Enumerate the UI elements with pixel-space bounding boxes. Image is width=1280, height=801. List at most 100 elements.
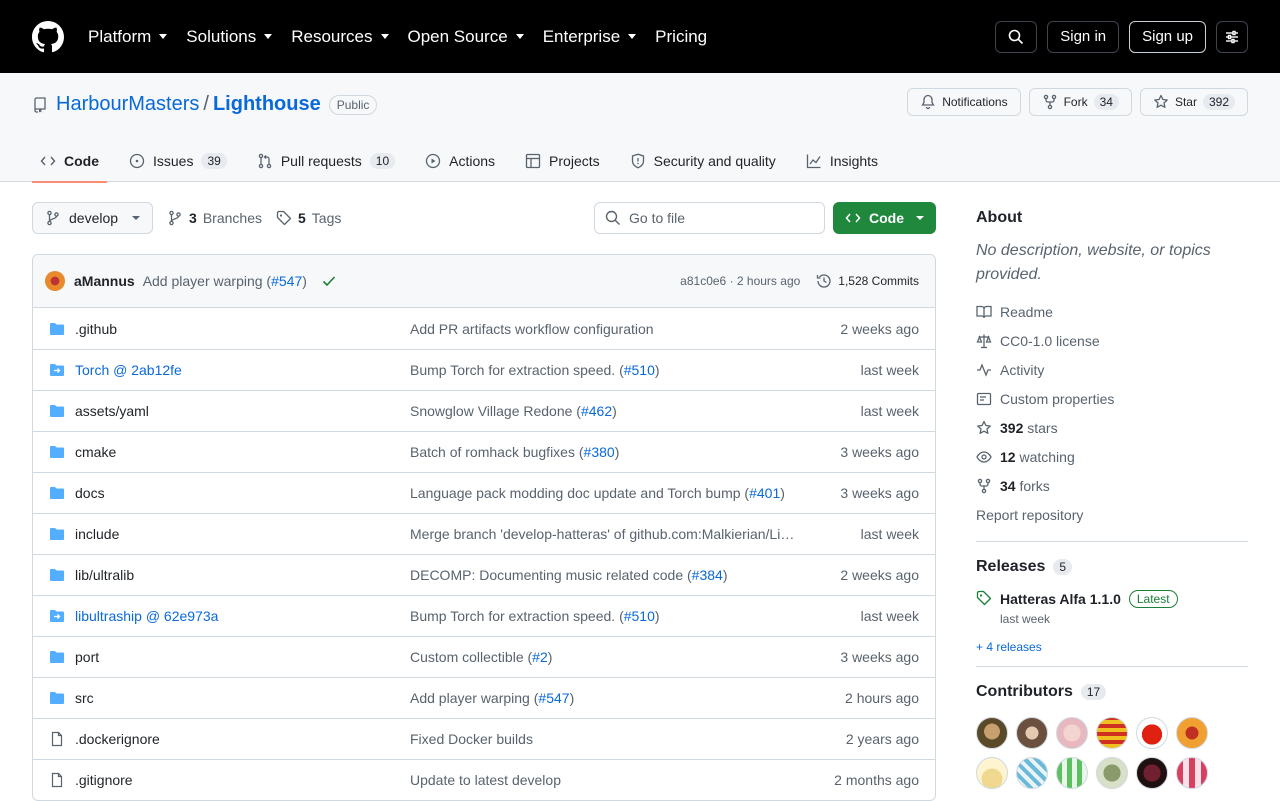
- file-commit-message[interactable]: Add player warping (#547): [410, 690, 798, 706]
- table-row[interactable]: assets/yaml Snowglow Village Redone (#462…: [33, 390, 935, 431]
- avatar[interactable]: [1176, 717, 1208, 749]
- repo-name-link[interactable]: Lighthouse: [213, 93, 321, 116]
- tab-actions[interactable]: Actions: [417, 140, 503, 182]
- avatar[interactable]: [1136, 757, 1168, 789]
- table-row[interactable]: .dockerignore Fixed Docker builds 2 years …: [33, 718, 935, 759]
- branch-selector[interactable]: develop: [32, 202, 154, 234]
- avatar[interactable]: [1136, 717, 1168, 749]
- avatar[interactable]: [1176, 757, 1208, 789]
- file-name-link[interactable]: docs: [75, 485, 410, 501]
- nav-pricing[interactable]: Pricing: [655, 27, 707, 47]
- activity-link[interactable]: Activity: [976, 355, 1248, 384]
- commit-pr-link[interactable]: #510: [624, 362, 655, 378]
- avatar[interactable]: [976, 757, 1008, 789]
- github-logo-icon[interactable]: [32, 20, 64, 53]
- notifications-button[interactable]: Notifications: [907, 88, 1021, 116]
- file-commit-message[interactable]: Update to latest develop: [410, 772, 798, 788]
- file-commit-message[interactable]: Add PR artifacts workflow configuration: [410, 321, 798, 337]
- table-row[interactable]: port Custom collectible (#2) 3 weeks ago: [33, 636, 935, 677]
- avatar[interactable]: [1056, 717, 1088, 749]
- report-repository-link[interactable]: Report repository: [976, 500, 1248, 529]
- file-name-link[interactable]: assets/yaml: [75, 403, 410, 419]
- watching-link[interactable]: 12 watching: [976, 442, 1248, 471]
- table-row[interactable]: libultraship @ 62e973a Bump Torch for ext…: [33, 595, 935, 636]
- tab-code[interactable]: Code: [32, 140, 107, 183]
- commit-message[interactable]: Add player warping (#547): [143, 273, 307, 289]
- commit-pr-link[interactable]: #401: [749, 485, 780, 501]
- nav-open-source[interactable]: Open Source: [408, 27, 524, 47]
- tab-issues[interactable]: Issues 39: [121, 140, 235, 182]
- avatar[interactable]: [1016, 757, 1048, 789]
- table-row[interactable]: .gitignore Update to latest develop 2 mont…: [33, 759, 935, 800]
- forks-link[interactable]: 34 forks: [976, 471, 1248, 500]
- table-row[interactable]: docs Language pack modding doc update and…: [33, 472, 935, 513]
- avatar[interactable]: [45, 271, 65, 291]
- file-commit-message[interactable]: Batch of romhack bugfixes (#380): [410, 444, 798, 460]
- file-name-link[interactable]: port: [75, 649, 410, 665]
- file-name-link[interactable]: include: [75, 526, 410, 542]
- code-download-button[interactable]: Code: [833, 202, 936, 234]
- tags-link[interactable]: 5 Tags: [276, 210, 341, 226]
- search-button[interactable]: [995, 20, 1038, 53]
- file-name-link[interactable]: Torch @ 2ab12fe: [75, 362, 410, 378]
- commit-sha-time[interactable]: a81c0e6 · 2 hours ago: [680, 274, 800, 288]
- commit-pr-link[interactable]: #384: [692, 567, 723, 583]
- tab-projects[interactable]: Projects: [517, 140, 608, 182]
- file-commit-message[interactable]: Bump Torch for extraction speed. (#510): [410, 608, 798, 624]
- stars-link[interactable]: 392 stars: [976, 413, 1248, 442]
- table-row[interactable]: cmake Batch of romhack bugfixes (#380) 3 w…: [33, 431, 935, 472]
- commits-link[interactable]: 1,528 Commits: [816, 273, 919, 289]
- table-row[interactable]: lib/ultralib DECOMP: Documenting music re…: [33, 554, 935, 595]
- avatar[interactable]: [1096, 757, 1128, 789]
- nav-solutions[interactable]: Solutions: [186, 27, 273, 47]
- table-row[interactable]: include Merge branch 'develop-hatteras' o…: [33, 513, 935, 554]
- nav-platform[interactable]: Platform: [88, 27, 168, 47]
- file-commit-message[interactable]: Custom collectible (#2): [410, 649, 798, 665]
- file-commit-message[interactable]: Fixed Docker builds: [410, 731, 798, 747]
- nav-resources[interactable]: Resources: [291, 27, 389, 47]
- commit-pr-link[interactable]: #380: [584, 444, 615, 460]
- file-commit-message[interactable]: Snowglow Village Redone (#462): [410, 403, 798, 419]
- file-name-link[interactable]: .github: [75, 321, 410, 337]
- table-row[interactable]: src Add player warping (#547) 2 hours ago: [33, 677, 935, 718]
- avatar[interactable]: [976, 717, 1008, 749]
- branches-link[interactable]: 3 Branches: [167, 210, 262, 226]
- tab-security[interactable]: Security and quality: [622, 140, 784, 182]
- readme-link[interactable]: Readme: [976, 297, 1248, 326]
- file-commit-message[interactable]: Language pack modding doc update and Tor…: [410, 485, 798, 501]
- file-commit-message[interactable]: Bump Torch for extraction speed. (#510): [410, 362, 798, 378]
- file-commit-message[interactable]: DECOMP: Documenting music related code (…: [410, 567, 798, 583]
- releases-heading[interactable]: Releases 5: [976, 558, 1248, 576]
- nav-enterprise[interactable]: Enterprise: [543, 27, 637, 47]
- table-row[interactable]: Torch @ 2ab12fe Bump Torch for extraction…: [33, 349, 935, 390]
- table-row[interactable]: .github Add PR artifacts workflow configu…: [33, 308, 935, 349]
- license-link[interactable]: CC0-1.0 license: [976, 326, 1248, 355]
- commit-pr-link[interactable]: #547: [538, 690, 569, 706]
- file-commit-message[interactable]: Merge branch 'develop-hatteras' of githu…: [410, 526, 798, 542]
- go-to-file-input[interactable]: Go to file: [594, 202, 825, 234]
- file-name-link[interactable]: libultraship @ 62e973a: [75, 608, 410, 624]
- commit-pr-link[interactable]: #462: [581, 403, 612, 419]
- file-name-link[interactable]: src: [75, 690, 410, 706]
- command-menu-button[interactable]: [1216, 20, 1248, 53]
- check-icon[interactable]: [321, 273, 337, 289]
- star-button[interactable]: Star 392: [1139, 88, 1248, 116]
- latest-release[interactable]: Hatteras Alfa 1.1.0 Latest last week: [976, 590, 1248, 626]
- file-name-link[interactable]: lib/ultralib: [75, 567, 410, 583]
- repo-owner-link[interactable]: HarbourMasters: [56, 93, 199, 116]
- more-releases-link[interactable]: + 4 releases: [976, 640, 1248, 654]
- commit-pr-link[interactable]: #2: [532, 649, 548, 665]
- file-name-link[interactable]: cmake: [75, 444, 410, 460]
- avatar[interactable]: [1016, 717, 1048, 749]
- file-name-link[interactable]: .dockerignore: [75, 731, 410, 747]
- fork-button[interactable]: Fork 34: [1028, 88, 1132, 116]
- tab-insights[interactable]: Insights: [798, 140, 886, 182]
- sign-in-button[interactable]: Sign in: [1047, 20, 1120, 53]
- tab-pull-requests[interactable]: Pull requests 10: [249, 140, 403, 182]
- commit-pr-link[interactable]: #510: [624, 608, 655, 624]
- contributors-heading[interactable]: Contributors 17: [976, 683, 1248, 701]
- sign-up-button[interactable]: Sign up: [1129, 20, 1206, 53]
- file-name-link[interactable]: .gitignore: [75, 772, 410, 788]
- avatar[interactable]: [1056, 757, 1088, 789]
- commit-pr-link[interactable]: #547: [271, 273, 302, 289]
